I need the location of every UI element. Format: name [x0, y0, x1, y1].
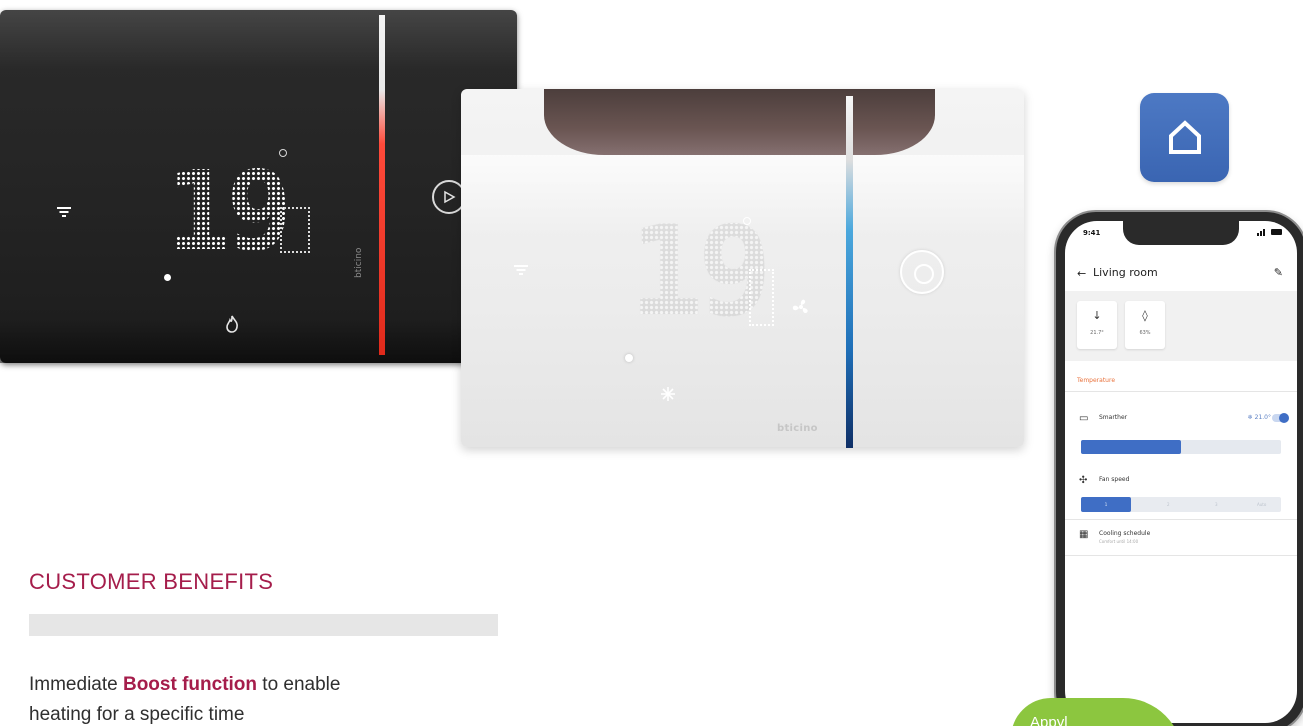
fan-icon: ✣	[1079, 475, 1088, 486]
wifi-icon	[513, 264, 529, 282]
smartphone: 9:41 ← Living room ✎ ↓ 21.7° ◊ 63% Tempe	[1056, 212, 1303, 726]
benefit-suffix: to enable	[257, 674, 341, 695]
back-arrow-icon[interactable]: ←	[1077, 267, 1086, 280]
benefits-text: Immediate Boost function to enable heati…	[29, 670, 549, 726]
cooling-led-strip	[846, 96, 853, 448]
device-label: Smarther	[1099, 414, 1128, 421]
power-toggle[interactable]	[1272, 413, 1289, 423]
shade	[0, 318, 517, 363]
page: 19 bticino 19 19 bticino	[0, 0, 1303, 726]
benefits-divider-bar	[29, 614, 498, 636]
benefits-title: CUSTOMER BENEFITS	[29, 569, 274, 594]
slider-fill	[1081, 440, 1181, 454]
fan-speed-selector[interactable]: 1 2 3 Auto	[1081, 497, 1281, 512]
thermostat-device-icon: ▭	[1079, 413, 1089, 424]
device-row[interactable]: ▭ Smarther ❄ 21.0°	[1065, 405, 1297, 435]
heating-led-strip	[379, 15, 385, 355]
humidity-icon: ◊	[1142, 309, 1148, 322]
sensor-tiles: ↓ 21.7° ◊ 63%	[1065, 291, 1297, 361]
black-thermostat: 19 bticino	[0, 10, 517, 363]
section-title: Temperature	[1077, 377, 1116, 384]
benefit-line-2: heating for a specific time	[29, 704, 245, 725]
notch	[1123, 221, 1239, 245]
temperature-tile[interactable]: ↓ 21.7°	[1077, 301, 1117, 349]
brand-logo: bticino	[777, 423, 818, 434]
humidity-tile[interactable]: ◊ 63%	[1125, 301, 1165, 349]
benefit-prefix: Immediate	[29, 674, 123, 695]
edit-pencil-icon[interactable]: ✎	[1274, 266, 1283, 279]
divider	[1065, 555, 1297, 556]
brand-logo: bticino	[354, 247, 364, 278]
app-header: ← Living room ✎	[1065, 257, 1297, 291]
temperature-slider[interactable]	[1081, 440, 1281, 454]
boost-function-highlight: Boost function	[122, 674, 258, 695]
tile-value: 63%	[1139, 330, 1151, 336]
house-icon	[1169, 120, 1201, 154]
fan-speed-option[interactable]: Auto	[1257, 497, 1266, 512]
unit-box-icon	[280, 207, 310, 253]
divider	[1065, 519, 1297, 520]
thermometer-icon: ↓	[1092, 309, 1102, 322]
fan-label: Fan speed	[1099, 476, 1130, 483]
schedule-label: Cooling schedule	[1099, 530, 1151, 537]
temperature-display: 19	[629, 200, 772, 344]
fan-icon	[790, 296, 812, 323]
phone-screen: 9:41 ← Living room ✎ ↓ 21.7° ◊ 63% Tempe	[1065, 221, 1297, 723]
fan-speed-selected[interactable]: 1	[1081, 497, 1131, 512]
white-thermostat: 19 19 bticino	[461, 89, 1024, 448]
boost-ring-button[interactable]	[900, 250, 944, 294]
signal-battery-icon	[1257, 228, 1283, 238]
schedule-sub: Comfort until 14:00	[1099, 539, 1139, 544]
degree-icon	[279, 149, 287, 157]
home-app-icon[interactable]	[1140, 93, 1229, 182]
setpoint-value: 21.0°	[1254, 414, 1271, 421]
wifi-icon	[56, 206, 72, 224]
fan-speed-option[interactable]: 3	[1215, 497, 1218, 512]
temperature-display: 19	[166, 147, 292, 275]
fan-row: ✣ Fan speed	[1065, 467, 1297, 497]
room-title: Living room	[1093, 266, 1158, 279]
schedule-row[interactable]: ▦ Cooling schedule Comfort until 14:00	[1065, 521, 1297, 551]
indicator-dot-icon	[625, 354, 633, 362]
flame-icon	[225, 315, 239, 338]
badge-text: Appyl	[1030, 714, 1068, 726]
degree-icon	[743, 217, 751, 225]
status-time: 9:41	[1083, 229, 1101, 237]
snowflake-icon	[660, 386, 676, 407]
divider	[1065, 391, 1297, 392]
sensor-lip	[544, 89, 935, 155]
fan-speed-option[interactable]: 2	[1167, 497, 1170, 512]
tile-value: 21.7°	[1090, 330, 1104, 336]
indicator-dot-icon	[164, 274, 171, 281]
unit-box-icon	[749, 269, 774, 326]
calendar-icon: ▦	[1079, 529, 1089, 540]
device-setpoint: ❄ 21.0°	[1247, 414, 1271, 421]
glare	[0, 10, 517, 70]
